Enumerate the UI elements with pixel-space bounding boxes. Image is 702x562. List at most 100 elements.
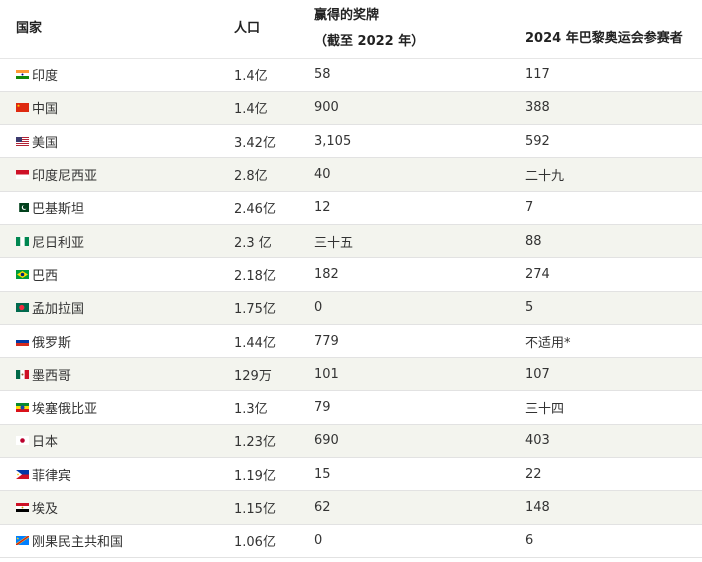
population-cell: 2.18亿 — [234, 268, 276, 284]
country-cell: 墨西哥 — [0, 358, 234, 391]
country-cell: 巴西 — [0, 258, 234, 291]
country-name-wrap: 巴西 — [16, 265, 234, 284]
table-row: 印度 1.4亿 58 117 — [0, 58, 702, 92]
country-name-wrap: 美国 — [16, 132, 234, 151]
country-name: 印度 — [32, 69, 59, 85]
country-name-wrap: 俄罗斯 — [16, 332, 234, 351]
country-name-wrap: 孟加拉国 — [16, 298, 234, 317]
paris-cell: 7 — [525, 200, 534, 216]
country-name: 埃塞俄比亚 — [32, 402, 98, 418]
header-medals-line1: 赢得的奖牌 — [314, 7, 380, 23]
country-name: 尼日利亚 — [32, 235, 85, 251]
country-name: 巴西 — [32, 268, 59, 284]
country-name-wrap: 尼日利亚 — [16, 232, 234, 251]
paris-cell: 148 — [525, 500, 550, 515]
paris-cell: 二十九 — [525, 169, 565, 185]
medals-table: 国家 人口 赢得的奖牌 （截至 2022 年） 2024 年巴黎奥运会参赛者 印… — [0, 0, 702, 558]
population-cell: 3.42亿 — [234, 135, 276, 151]
population-cell: 1.4亿 — [234, 102, 268, 118]
japan-flag-icon — [16, 436, 29, 446]
country-name: 日本 — [32, 435, 59, 451]
medals-cell: 12 — [314, 200, 331, 216]
paris-cell: 三十四 — [525, 402, 565, 418]
medals-cell: 40 — [314, 167, 331, 183]
usa-flag-icon — [16, 136, 29, 146]
population-cell: 129万 — [234, 368, 272, 384]
table-row: 俄罗斯 1.44亿 779 不适用* — [0, 324, 702, 358]
population-cell: 1.3亿 — [234, 402, 268, 418]
header-country: 国家 — [16, 20, 43, 36]
country-name: 孟加拉国 — [32, 302, 85, 318]
table-row: 尼日利亚 2.3 亿 三十五 88 — [0, 224, 702, 258]
medals-cell: 690 — [314, 433, 339, 449]
paris-cell: 117 — [525, 67, 550, 83]
table-row: 埃塞俄比亚 1.3亿 79 三十四 — [0, 390, 702, 425]
paris-cell: 274 — [525, 266, 550, 282]
medals-cell: 900 — [314, 100, 339, 116]
medals-cell: 15 — [314, 466, 331, 482]
country-cell: 菲律宾 — [0, 458, 234, 491]
indonesia-flag-icon — [16, 170, 29, 180]
country-name-wrap: 墨西哥 — [16, 365, 234, 384]
country-name-wrap: 刚果民主共和国 — [16, 531, 234, 550]
country-cell: 印度尼西亚 — [0, 158, 234, 191]
egypt-flag-icon — [16, 503, 29, 512]
mexico-flag-icon — [16, 369, 29, 379]
table-row: 刚果民主共和国 1.06亿 0 6 — [0, 524, 702, 558]
country-cell: 孟加拉国 — [0, 291, 234, 324]
russia-flag-icon — [16, 336, 29, 346]
brazil-flag-icon — [16, 269, 29, 279]
table-row: 巴西 2.18亿 182 274 — [0, 257, 702, 292]
header-population: 人口 — [234, 20, 261, 36]
drc-flag-icon — [16, 536, 29, 546]
medals-cell: 三十五 — [314, 235, 354, 251]
paris-cell: 592 — [525, 133, 550, 149]
population-cell: 1.75亿 — [234, 302, 276, 318]
country-name: 俄罗斯 — [32, 335, 72, 351]
population-cell: 1.23亿 — [234, 435, 276, 451]
country-cell: 刚果民主共和国 — [0, 524, 234, 557]
header-paris: 2024 年巴黎奥运会参赛者 — [525, 30, 683, 46]
country-name-wrap: 埃塞俄比亚 — [16, 398, 234, 417]
pakistan-flag-icon — [16, 203, 29, 213]
bangladesh-flag-icon — [16, 303, 29, 313]
header-medals: 赢得的奖牌 （截至 2022 年） — [314, 0, 525, 58]
india-flag-icon — [16, 70, 29, 80]
paris-cell: 6 — [525, 533, 534, 549]
table-row: 中国 1.4亿 900 388 — [0, 91, 702, 125]
country-cell: 俄罗斯 — [0, 324, 234, 357]
country-name: 中国 — [32, 102, 59, 118]
medals-cell: 62 — [314, 500, 331, 515]
country-cell: 埃塞俄比亚 — [0, 391, 234, 424]
medals-cell: 0 — [314, 533, 323, 549]
country-cell: 美国 — [0, 125, 234, 158]
paris-cell: 88 — [525, 233, 542, 249]
paris-cell: 22 — [525, 466, 542, 482]
ethiopia-flag-icon — [16, 403, 29, 413]
country-name: 菲律宾 — [32, 468, 72, 484]
table-row: 孟加拉国 1.75亿 0 5 — [0, 291, 702, 325]
paris-cell: 388 — [525, 100, 550, 116]
population-cell: 1.06亿 — [234, 535, 276, 551]
medals-cell: 101 — [314, 366, 339, 382]
population-cell: 2.3 亿 — [234, 235, 272, 251]
country-name-wrap: 日本 — [16, 431, 234, 450]
philippines-flag-icon — [16, 469, 29, 479]
country-name: 刚果民主共和国 — [32, 535, 124, 551]
medals-cell: 3,105 — [314, 133, 352, 149]
table-row: 墨西哥 129万 101 107 — [0, 357, 702, 391]
country-cell: 尼日利亚 — [0, 224, 234, 257]
country-cell: 中国 — [0, 91, 234, 124]
country-name-wrap: 菲律宾 — [16, 465, 234, 484]
population-cell: 2.46亿 — [234, 202, 276, 218]
country-name-wrap: 印度尼西亚 — [16, 165, 234, 184]
medals-cell: 779 — [314, 333, 339, 349]
country-name-wrap: 印度 — [16, 65, 234, 84]
table-row: 埃及 1.15亿 62 148 — [0, 490, 702, 525]
country-name-wrap: 中国 — [16, 98, 234, 117]
country-name: 美国 — [32, 135, 59, 151]
china-flag-icon — [16, 103, 29, 113]
population-cell: 1.19亿 — [234, 468, 276, 484]
medals-cell: 182 — [314, 266, 339, 282]
country-cell: 印度 — [0, 58, 234, 91]
